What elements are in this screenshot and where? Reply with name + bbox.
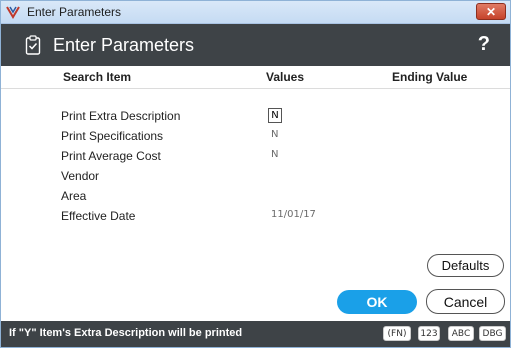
param-value-print-average-cost[interactable]: N: [271, 149, 278, 160]
cancel-button[interactable]: Cancel: [426, 289, 505, 314]
numeric-key-button[interactable]: 123: [418, 326, 440, 341]
help-button[interactable]: ?: [478, 33, 490, 56]
alpha-key-button[interactable]: ABC: [448, 326, 474, 341]
app-logo-icon: [6, 5, 20, 19]
param-label-effective-date: Effective Date: [61, 209, 136, 223]
close-button[interactable]: ✕: [476, 3, 506, 20]
column-values: Values: [266, 70, 305, 84]
param-label-print-average-cost: Print Average Cost: [61, 149, 161, 163]
status-message: If "Y" Item's Extra Description will be …: [9, 327, 243, 339]
column-ending-value: Ending Value: [392, 70, 468, 84]
status-bar: If "Y" Item's Extra Description will be …: [1, 321, 510, 347]
param-value-print-extra-description[interactable]: N: [268, 108, 282, 123]
param-label-print-extra-description: Print Extra Description: [61, 109, 181, 123]
param-label-print-specifications: Print Specifications: [61, 129, 164, 143]
debug-key-button[interactable]: DBG: [479, 326, 506, 341]
clipboard-icon: [25, 35, 41, 55]
param-label-vendor: Vendor: [61, 169, 100, 183]
dialog-title: Enter Parameters: [53, 35, 195, 55]
param-label-area: Area: [61, 189, 87, 203]
ok-button[interactable]: OK: [337, 290, 417, 314]
column-search-item: Search Item: [63, 70, 132, 84]
param-value-print-specifications[interactable]: N: [271, 129, 278, 140]
dialog-header: Enter Parameters ?: [1, 24, 510, 66]
defaults-button[interactable]: Defaults: [427, 254, 504, 277]
dialog-window: Enter Parameters ✕ Enter Parameters ? Se…: [0, 0, 511, 348]
fn-key-button[interactable]: (FN): [383, 326, 411, 341]
title-bar[interactable]: Enter Parameters ✕: [1, 1, 510, 24]
close-icon: ✕: [485, 4, 497, 19]
column-headers: Search Item Values Ending Value: [1, 66, 510, 89]
param-value-effective-date[interactable]: 11/01/17: [271, 209, 316, 220]
window-title: Enter Parameters: [27, 5, 122, 19]
